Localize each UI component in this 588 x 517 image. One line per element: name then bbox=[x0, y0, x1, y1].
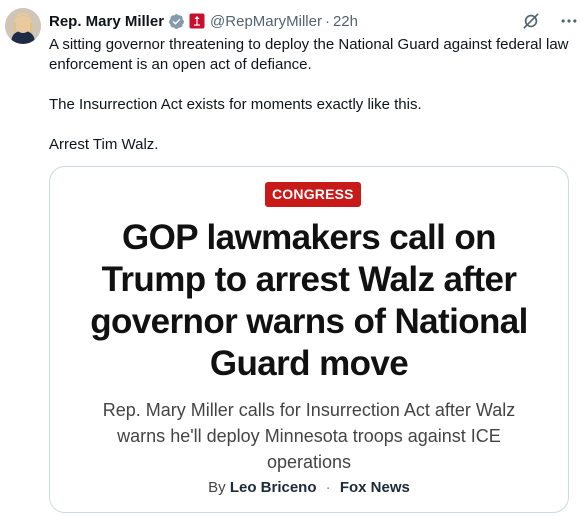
author-handle[interactable]: @RepMaryMiller bbox=[210, 13, 322, 30]
card-headline: GOP lawmakers call on Trump to arrest Wa… bbox=[90, 218, 528, 383]
tweet-paragraph: Arrest Tim Walz. bbox=[49, 136, 159, 153]
grok-slash-icon[interactable] bbox=[520, 10, 542, 32]
avatar[interactable] bbox=[5, 8, 41, 44]
header-separator: · bbox=[324, 12, 330, 30]
link-card[interactable]: CONGRESS GOP lawmakers call on Trump to … bbox=[49, 166, 569, 513]
tweet-actions-top bbox=[520, 10, 580, 32]
tweet-header: Rep. Mary Miller @RepMaryMiller · 22h bbox=[49, 10, 578, 32]
author-name[interactable]: Rep. Mary Miller bbox=[49, 13, 164, 30]
congress-flag-icon bbox=[189, 13, 205, 29]
avatar-image bbox=[5, 8, 41, 44]
category-badge: CONGRESS bbox=[265, 182, 361, 207]
byline-author: Leo Briceno bbox=[229, 479, 317, 496]
tweet-paragraph: A sitting governor threatening to deploy… bbox=[49, 36, 569, 73]
more-icon[interactable] bbox=[558, 10, 580, 32]
tweet: Rep. Mary Miller @RepMaryMiller · 22h A … bbox=[0, 0, 588, 517]
card-subhead: Rep. Mary Miller calls for Insurrection … bbox=[102, 400, 516, 472]
byline-outlet: Fox News bbox=[339, 479, 410, 496]
tweet-paragraph: The Insurrection Act exists for moments … bbox=[49, 96, 422, 113]
byline-separator: · bbox=[325, 479, 331, 496]
tweet-text: A sitting governor threatening to deploy… bbox=[49, 35, 579, 155]
byline-prefix: By bbox=[208, 479, 226, 496]
card-byline: By Leo Briceno · Fox News bbox=[50, 479, 568, 496]
tweet-timestamp[interactable]: 22h bbox=[333, 13, 358, 30]
verified-badge-icon bbox=[168, 13, 185, 30]
